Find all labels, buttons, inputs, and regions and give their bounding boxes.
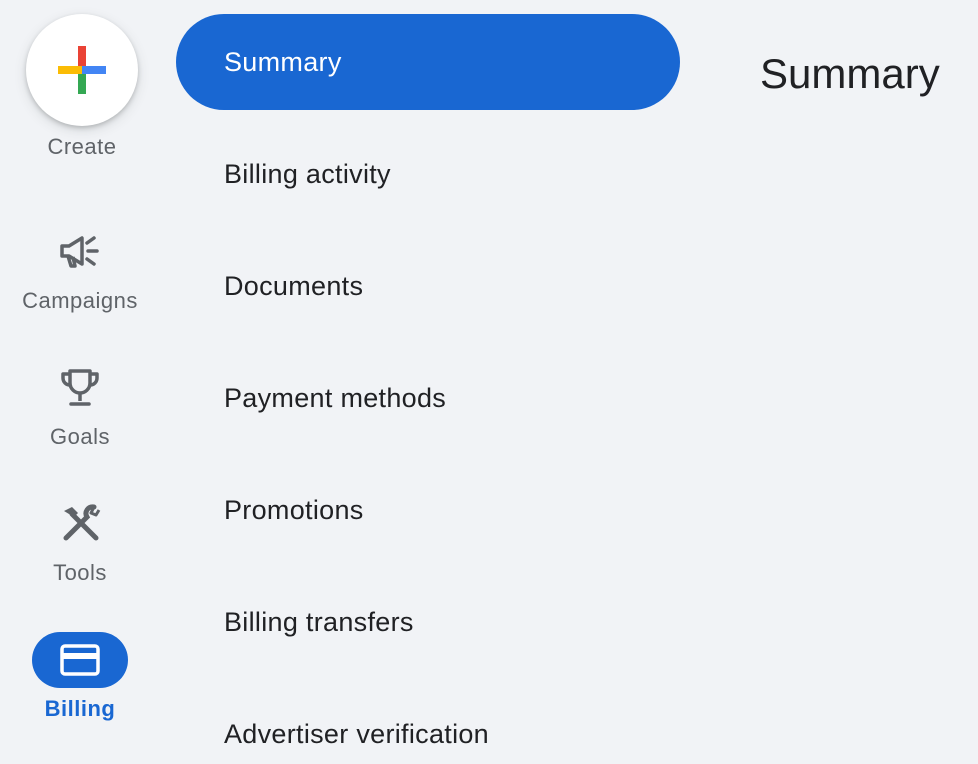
billing-page: Create Campaigns Goals Tools Billing Sum… [0, 0, 978, 764]
rail-item-label: Tools [53, 560, 107, 585]
rail-item-billing[interactable]: Billing [0, 632, 160, 732]
create-label: Create [47, 134, 117, 159]
create-button[interactable] [26, 14, 138, 126]
nav-item-billing-transfers[interactable]: Billing transfers [176, 574, 680, 670]
nav-item-promotions[interactable]: Promotions [176, 462, 680, 558]
credit-card-icon [32, 632, 128, 688]
nav-item-advertiser-verification[interactable]: Advertiser verification [176, 686, 680, 764]
nav-item-billing-activity[interactable]: Billing activity [176, 126, 680, 222]
rail-item-label: Campaigns [22, 288, 138, 313]
rail-item-goals[interactable]: Goals [0, 366, 160, 456]
rail-item-label: Goals [50, 424, 110, 449]
nav-item-documents[interactable]: Documents [176, 238, 680, 334]
page-title: Summary [760, 50, 940, 97]
rail-item-tools[interactable]: Tools [0, 502, 160, 592]
nav-item-payment-methods[interactable]: Payment methods [176, 350, 680, 446]
plus-multicolor-icon [58, 46, 106, 94]
left-rail: Create Campaigns Goals Tools Billing [0, 0, 160, 764]
tools-icon [50, 504, 110, 544]
rail-item-campaigns[interactable]: Campaigns [0, 230, 160, 320]
trophy-icon [50, 368, 110, 408]
rail-item-label: Billing [44, 696, 116, 721]
megaphone-icon [50, 232, 110, 272]
billing-nav: Summary Billing activity Documents Payme… [176, 14, 680, 764]
nav-item-summary[interactable]: Summary [176, 14, 680, 110]
